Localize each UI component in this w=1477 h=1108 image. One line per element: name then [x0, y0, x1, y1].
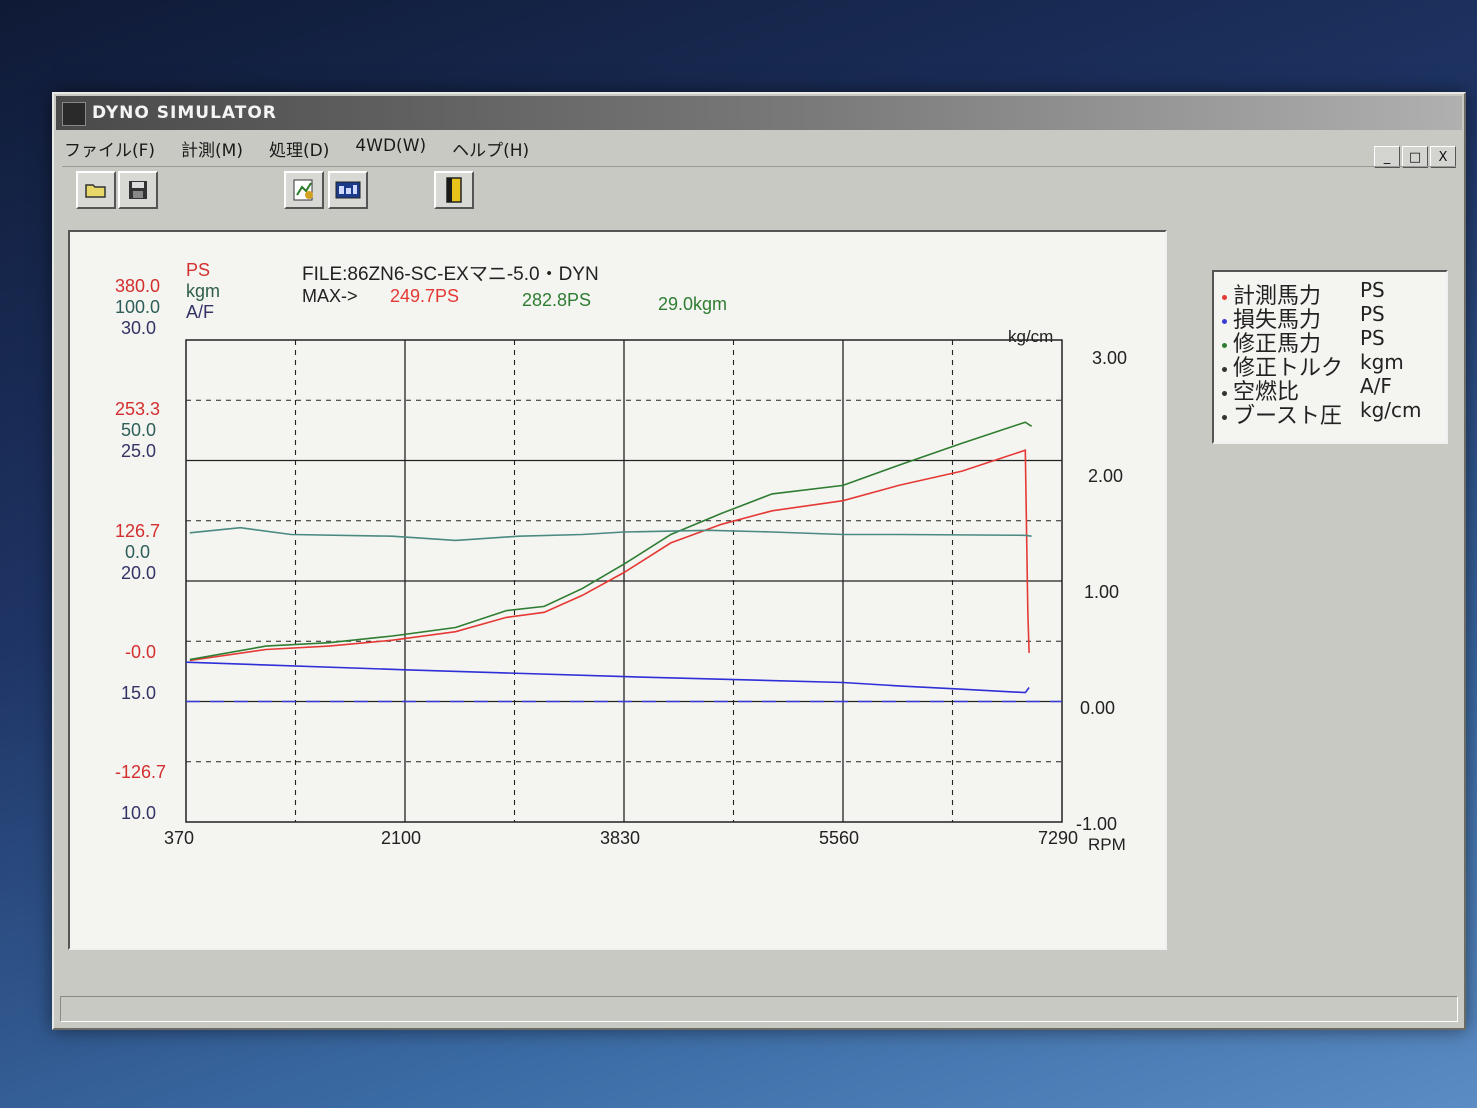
x-tick-label: 5560: [819, 828, 859, 848]
window-controls: _ □ X: [1374, 146, 1456, 168]
save-disk-icon: [129, 181, 147, 199]
boost-unit-label: kg/cm: [1008, 327, 1053, 346]
status-bar: [60, 996, 1458, 1022]
exit-door-icon: [446, 177, 462, 203]
ps-tick-label: 380.0: [115, 276, 160, 296]
max-corrected-ps: 282.8PS: [522, 290, 591, 310]
max-measured-ps: 249.7PS: [390, 286, 459, 306]
kgm-tick-label: 100.0: [115, 297, 160, 317]
toolbar: [62, 166, 1456, 213]
boost-tick-label: 2.00: [1088, 466, 1123, 486]
max-torque: 29.0kgm: [658, 294, 727, 314]
boost-tick-label: 1.00: [1084, 582, 1119, 602]
af-tick-label: 15.0: [121, 683, 156, 703]
dyno-chart: PS kgm A/F FILE:86ZN6-SC-EXマニ-5.0・DYN MA…: [115, 260, 1127, 854]
menu-process[interactable]: 処理(D): [267, 134, 331, 162]
series-line: [189, 449, 1030, 662]
legend: 計測馬力 PS 損失馬力 PS 修正馬力 PS 修正トルク kgm 空燃比 A/F ブース…: [1212, 270, 1448, 444]
legend-swatch: [1222, 414, 1227, 420]
app-window: DYNO SIMULATOR _ □ X ファイル(F) 計測(M) 処理(D)…: [52, 92, 1466, 1030]
close-button[interactable]: X: [1430, 146, 1456, 168]
unit-ps-label: PS: [186, 260, 210, 280]
series-line: [189, 421, 1033, 661]
legend-swatch: [1222, 390, 1227, 396]
ps-tick-label: -126.7: [115, 762, 166, 782]
kgm-tick-label: 0.0: [125, 542, 150, 562]
unit-af-label: A/F: [186, 302, 214, 322]
legend-swatch: [1222, 342, 1227, 348]
kgm-tick-label: 50.0: [121, 420, 156, 440]
menu-bar: ファイル(F) 計測(M) 処理(D) 4WD(W) ヘルプ(H): [62, 134, 531, 162]
legend-swatch: [1222, 294, 1227, 300]
series-line: [189, 526, 1032, 542]
boost-tick-label: 3.00: [1092, 348, 1127, 368]
legend-swatch: [1222, 318, 1227, 324]
menu-measure[interactable]: 計測(M): [179, 134, 245, 162]
x-tick-label: 370: [164, 828, 194, 848]
af-tick-label: 25.0: [121, 441, 156, 461]
ps-tick-label: 253.3: [115, 399, 160, 419]
ps-tick-label: 126.7: [115, 521, 160, 541]
window-title: DYNO SIMULATOR: [92, 103, 277, 123]
app-icon: [62, 102, 86, 126]
ps-tick-label: -0.0: [125, 642, 156, 662]
af-tick-label: 20.0: [121, 563, 156, 583]
menu-4wd[interactable]: 4WD(W): [353, 134, 428, 162]
boost-tick-label: -1.00: [1076, 814, 1117, 834]
exit-button[interactable]: [434, 171, 474, 209]
maximize-button[interactable]: □: [1402, 146, 1428, 168]
max-label: MAX->: [302, 286, 358, 306]
open-folder-icon: [85, 184, 106, 198]
x-tick-label: 3830: [600, 828, 640, 848]
af-tick-label: 10.0: [121, 803, 156, 823]
menu-file[interactable]: ファイル(F): [62, 134, 157, 162]
series-line: [185, 661, 1030, 694]
legend-swatch: [1222, 366, 1227, 372]
title-bar[interactable]: DYNO SIMULATOR: [56, 96, 1462, 130]
x-tick-label: 7290: [1038, 828, 1078, 848]
af-tick-label: 30.0: [121, 318, 156, 338]
monitor-button[interactable]: [328, 171, 368, 209]
menu-help[interactable]: ヘルプ(H): [450, 134, 531, 162]
minimize-button[interactable]: _: [1374, 146, 1400, 168]
boost-tick-label: 0.00: [1080, 698, 1115, 718]
monitor-icon: [335, 181, 361, 199]
unit-kgm-label: kgm: [186, 281, 220, 301]
chart-panel: PS kgm A/F FILE:86ZN6-SC-EXマニ-5.0・DYN MA…: [68, 230, 1167, 950]
measure-button[interactable]: [284, 171, 324, 209]
plot-area: 370 2100 3830 5560 7290: [164, 339, 1078, 848]
rpm-unit-label: RPM: [1088, 835, 1126, 854]
save-button[interactable]: [118, 171, 158, 209]
open-button[interactable]: [76, 171, 116, 209]
x-tick-label: 2100: [381, 828, 421, 848]
legend-item: ブースト圧 kg/cm: [1222, 398, 1422, 430]
measure-icon: [293, 179, 313, 201]
file-name: FILE:86ZN6-SC-EXマニ-5.0・DYN: [302, 264, 599, 285]
